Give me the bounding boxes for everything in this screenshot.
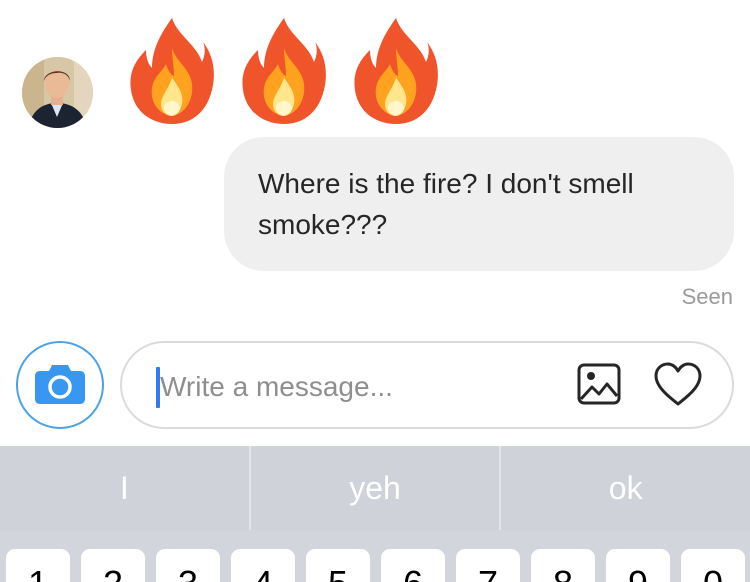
key-8[interactable]: 8: [531, 549, 595, 582]
fire-emoji: [350, 14, 442, 126]
key-0[interactable]: 0: [681, 549, 745, 582]
suggestion-item[interactable]: I: [0, 446, 249, 530]
suggestion-item[interactable]: yeh: [251, 446, 500, 530]
message-text: Where is the fire? I don't smell smoke??…: [258, 168, 634, 240]
key-2[interactable]: 2: [81, 549, 145, 582]
gallery-button[interactable]: [576, 363, 622, 410]
image-gallery-icon: [577, 363, 621, 410]
camera-icon: [34, 361, 86, 410]
predictive-text-bar: I yeh ok: [0, 446, 750, 530]
key-9[interactable]: 9: [606, 549, 670, 582]
message-composer: [120, 341, 734, 429]
key-4[interactable]: 4: [231, 549, 295, 582]
key-5[interactable]: 5: [306, 549, 370, 582]
keyboard: 1 2 3 4 5 6 7 8 9 0: [0, 530, 750, 582]
fire-emoji: [126, 14, 218, 126]
emoji-reactions: [126, 14, 442, 126]
seen-status: Seen: [681, 284, 733, 309]
fire-emoji: [238, 14, 330, 126]
heart-icon: [653, 361, 703, 412]
message-input[interactable]: [160, 361, 560, 413]
key-7[interactable]: 7: [456, 549, 520, 582]
sent-message-bubble[interactable]: Where is the fire? I don't smell smoke??…: [224, 137, 734, 271]
like-button[interactable]: [652, 362, 704, 410]
suggestion-item[interactable]: ok: [501, 446, 750, 530]
key-1[interactable]: 1: [6, 549, 70, 582]
camera-button[interactable]: [16, 341, 104, 429]
key-6[interactable]: 6: [381, 549, 445, 582]
avatar[interactable]: [22, 57, 93, 128]
key-3[interactable]: 3: [156, 549, 220, 582]
